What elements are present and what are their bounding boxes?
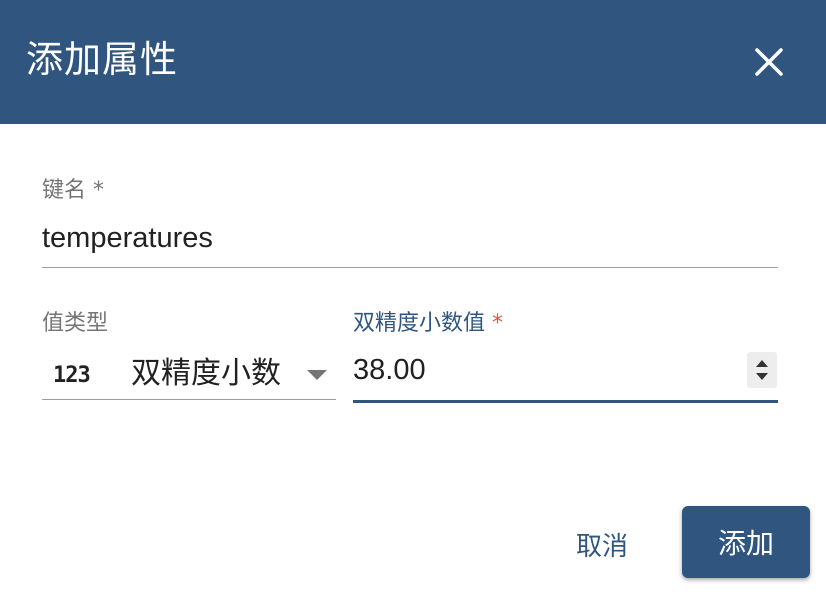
add-attribute-dialog: 添加属性 键名 * temperatures 值类型 123 双精度小数 双精度… (0, 0, 826, 594)
number-input[interactable]: 38.00 (353, 350, 743, 390)
add-button[interactable]: 添加 (682, 506, 810, 578)
dialog-title: 添加属性 (26, 38, 178, 81)
close-button[interactable] (745, 38, 793, 86)
close-icon (755, 48, 783, 76)
value-type-label: 值类型 (42, 311, 109, 336)
stepper-down-icon[interactable] (756, 373, 768, 380)
dialog-header: 添加属性 (0, 0, 826, 124)
key-required-mark: * (93, 178, 105, 203)
number-label-text: 双精度小数值 (353, 311, 486, 336)
value-type-select[interactable]: 123 双精度小数 (42, 350, 336, 396)
value-type-selected: 双精度小数 (131, 356, 281, 391)
key-label-text: 键名 (42, 178, 87, 203)
key-input[interactable]: temperatures (42, 219, 778, 257)
chevron-down-icon[interactable] (307, 370, 327, 380)
key-input-underline (42, 267, 778, 268)
key-field-label: 键名 * (42, 177, 104, 205)
number-stepper[interactable] (747, 352, 777, 388)
number-field-label: 双精度小数值 * (353, 310, 503, 338)
stepper-up-icon[interactable] (756, 360, 768, 367)
number-input-underline (353, 400, 778, 403)
number-required-mark: * (492, 311, 504, 336)
value-type-underline (42, 399, 336, 400)
cancel-button[interactable]: 取消 (562, 516, 642, 572)
number-type-icon: 123 (53, 363, 91, 388)
